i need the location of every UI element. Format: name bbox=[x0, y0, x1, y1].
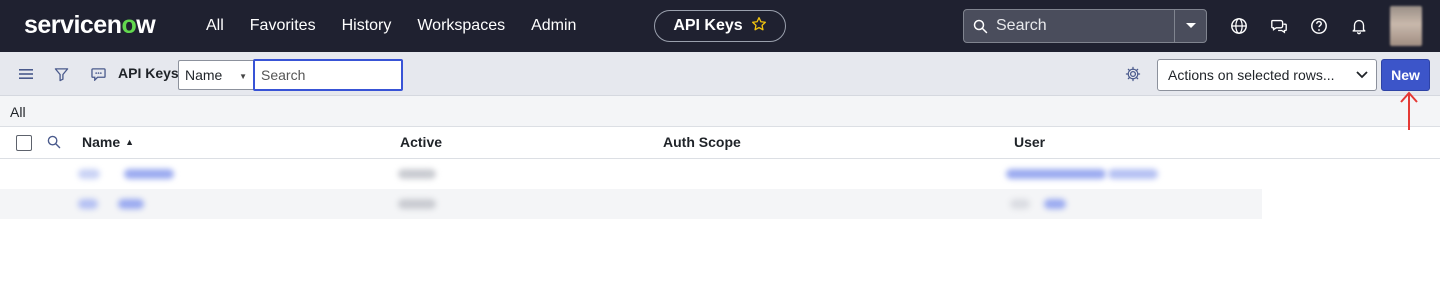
list-title: API Keys bbox=[118, 65, 179, 81]
redacted-cell bbox=[398, 169, 436, 179]
actions-select-value: Actions on selected rows... bbox=[1168, 67, 1335, 83]
annotation-arrow-icon bbox=[1400, 91, 1418, 130]
table-header: Name ▲ Active Auth Scope User bbox=[0, 127, 1440, 159]
list-search-input[interactable] bbox=[253, 59, 403, 91]
list-header: API Keys Name ▼ Actions on selected rows… bbox=[0, 52, 1440, 96]
global-search-input[interactable] bbox=[996, 17, 1166, 35]
redacted-cell[interactable] bbox=[1044, 199, 1066, 209]
redacted-cell[interactable] bbox=[124, 169, 174, 179]
global-search bbox=[963, 9, 1207, 43]
actions-select[interactable]: Actions on selected rows... bbox=[1157, 59, 1377, 91]
redacted-cell bbox=[78, 199, 98, 209]
top-navigation: servicenow All Favorites History Workspa… bbox=[0, 0, 1440, 52]
redacted-cell[interactable] bbox=[1006, 169, 1106, 179]
chevron-down-icon[interactable] bbox=[1175, 10, 1207, 42]
column-header-auth-scope[interactable]: Auth Scope bbox=[663, 134, 741, 150]
chevron-down-icon: ▼ bbox=[239, 72, 247, 81]
search-icon[interactable] bbox=[47, 135, 61, 154]
search-field-value: Name bbox=[185, 67, 223, 83]
bell-icon[interactable] bbox=[1349, 16, 1369, 36]
redacted-cell bbox=[1010, 199, 1030, 209]
column-header-user[interactable]: User bbox=[1014, 134, 1045, 150]
select-all-checkbox[interactable] bbox=[16, 135, 32, 151]
search-field-select[interactable]: Name ▼ bbox=[178, 60, 254, 90]
avatar[interactable] bbox=[1390, 6, 1422, 46]
redacted-cell bbox=[78, 169, 100, 179]
nav-item-favorites[interactable]: Favorites bbox=[237, 0, 329, 52]
nav-item-all[interactable]: All bbox=[206, 0, 237, 52]
nav-item-admin[interactable]: Admin bbox=[518, 0, 589, 52]
help-icon[interactable] bbox=[1309, 16, 1329, 36]
search-icon bbox=[964, 19, 996, 34]
context-title-pill[interactable]: API Keys bbox=[654, 10, 786, 42]
chevron-down-icon bbox=[1356, 68, 1368, 82]
redacted-cell[interactable] bbox=[1108, 169, 1158, 179]
gear-icon[interactable] bbox=[1124, 65, 1142, 83]
servicenow-logo[interactable]: servicenow bbox=[24, 11, 156, 40]
column-header-active[interactable]: Active bbox=[400, 134, 442, 150]
breadcrumb-bar bbox=[0, 96, 1440, 127]
breadcrumb[interactable]: All bbox=[10, 104, 26, 120]
table-row[interactable] bbox=[0, 159, 1440, 189]
table-row[interactable] bbox=[0, 189, 1262, 219]
chat-icon[interactable] bbox=[1269, 16, 1289, 36]
globe-icon[interactable] bbox=[1229, 16, 1249, 36]
column-header-name[interactable]: Name ▲ bbox=[82, 134, 134, 150]
context-title: API Keys bbox=[673, 17, 743, 34]
column-header-label: Name bbox=[82, 134, 121, 150]
redacted-cell bbox=[398, 199, 436, 209]
nav-menu: All Favorites History Workspaces Admin bbox=[206, 0, 589, 52]
filter-icon[interactable] bbox=[52, 65, 70, 83]
nav-item-history[interactable]: History bbox=[329, 0, 405, 52]
redacted-cell[interactable] bbox=[118, 199, 144, 209]
nav-item-workspaces[interactable]: Workspaces bbox=[404, 0, 518, 52]
star-icon[interactable] bbox=[751, 16, 767, 37]
new-button[interactable]: New bbox=[1381, 59, 1430, 91]
comment-icon[interactable] bbox=[89, 65, 107, 83]
hamburger-icon[interactable] bbox=[17, 65, 35, 83]
sort-ascending-icon: ▲ bbox=[125, 137, 135, 147]
